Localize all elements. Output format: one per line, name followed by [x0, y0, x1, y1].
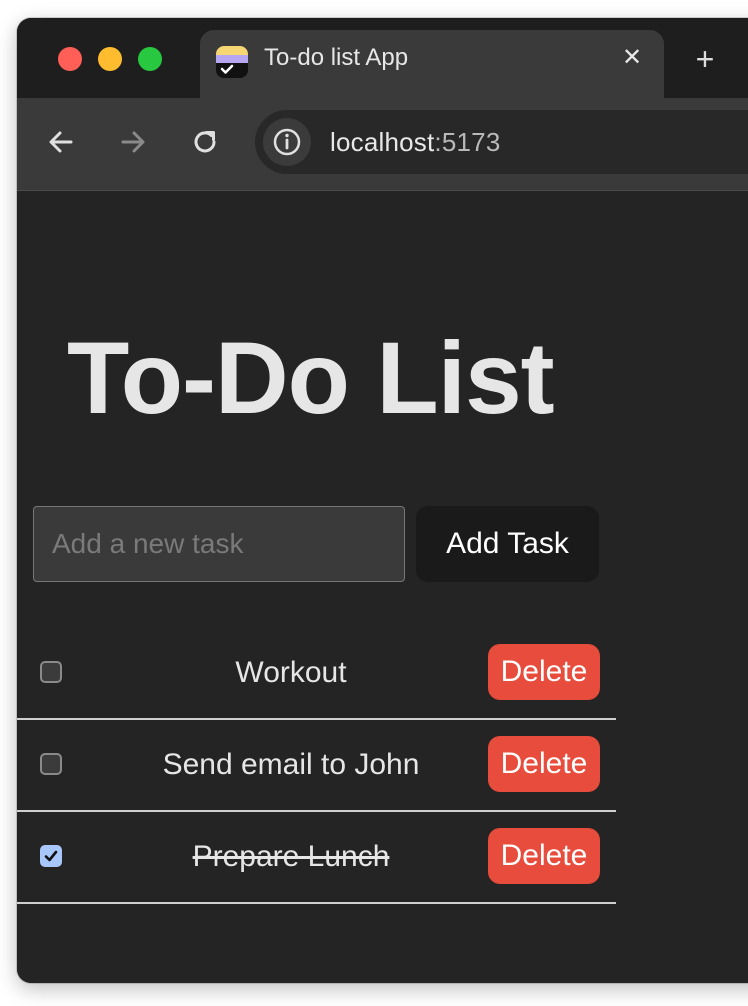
- delete-task-button[interactable]: Delete: [488, 828, 600, 884]
- delete-task-button[interactable]: Delete: [488, 644, 600, 700]
- browser-toolbar: localhost:5173: [17, 98, 748, 191]
- tab-title: To-do list App: [264, 44, 409, 71]
- close-window-button[interactable]: [58, 47, 82, 71]
- url-port: :5173: [434, 127, 501, 157]
- close-icon[interactable]: ✕: [618, 44, 646, 72]
- task-row: Workout Delete: [17, 628, 616, 720]
- title-bar: To-do list App ✕ +: [17, 18, 748, 98]
- task-text: Send email to John: [162, 748, 420, 781]
- new-task-input[interactable]: [33, 506, 405, 582]
- app-favicon-icon: [216, 46, 248, 78]
- url-text: localhost:5173: [330, 110, 501, 174]
- task-checkbox[interactable]: [40, 845, 62, 867]
- checkmark-icon: [44, 850, 58, 862]
- plus-icon[interactable]: +: [687, 42, 723, 78]
- task-checkbox[interactable]: [40, 753, 62, 775]
- arrow-left-icon[interactable]: [43, 124, 79, 160]
- task-text: Prepare Lunch: [192, 840, 390, 873]
- url-host: localhost: [330, 127, 435, 157]
- browser-window: To-do list App ✕ + localhost:5173 To-Do …: [17, 18, 748, 983]
- address-bar[interactable]: localhost:5173: [255, 110, 748, 174]
- maximize-window-button[interactable]: [138, 47, 162, 71]
- task-row: Prepare Lunch Delete: [17, 812, 616, 904]
- info-icon[interactable]: [263, 118, 311, 166]
- task-text: Workout: [235, 656, 347, 689]
- task-row: Send email to John Delete: [17, 720, 616, 812]
- task-list: Workout Delete Send email to John Delete…: [17, 628, 616, 904]
- page-content: To-Do List Add Task Workout Delete Send …: [17, 191, 748, 983]
- reload-icon[interactable]: [187, 124, 223, 160]
- task-checkbox[interactable]: [40, 661, 62, 683]
- arrow-right-icon[interactable]: [115, 124, 151, 160]
- browser-tab[interactable]: To-do list App ✕: [200, 30, 664, 98]
- page-title: To-Do List: [67, 321, 555, 435]
- minimize-window-button[interactable]: [98, 47, 122, 71]
- add-task-button[interactable]: Add Task: [416, 506, 599, 582]
- delete-task-button[interactable]: Delete: [488, 736, 600, 792]
